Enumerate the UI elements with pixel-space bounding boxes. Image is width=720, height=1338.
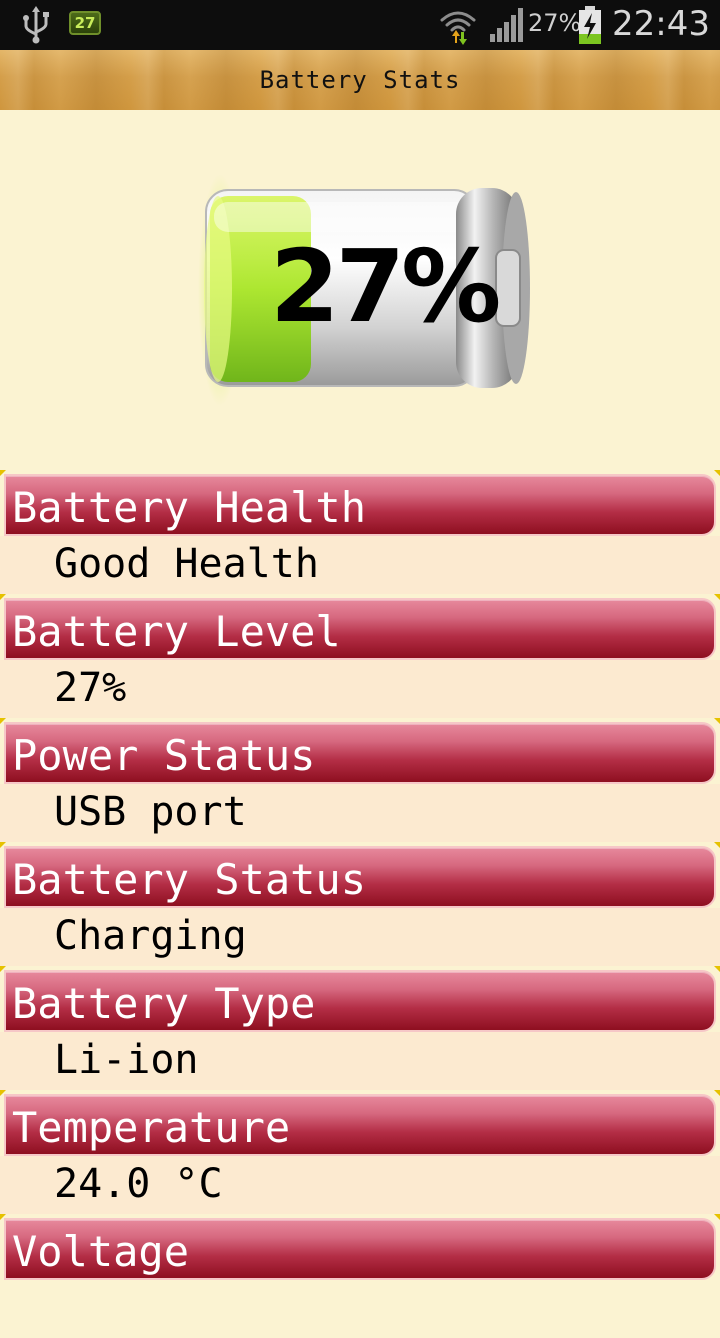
signal-icon bbox=[490, 8, 523, 42]
usb-icon bbox=[23, 6, 49, 44]
stat-value: Li-ion bbox=[54, 1037, 199, 1083]
battery-level-display: 27% bbox=[0, 110, 720, 470]
stat-value-row: 24.0 °C bbox=[0, 1156, 720, 1214]
stat-header: Battery Status bbox=[0, 842, 720, 908]
stat-value: Good Health bbox=[54, 541, 319, 587]
stat-battery-type: Battery Type Li-ion bbox=[0, 966, 720, 1090]
stat-label: Battery Level bbox=[12, 607, 341, 656]
stat-value: USB port bbox=[54, 789, 247, 835]
stat-value-row: USB port bbox=[0, 784, 720, 842]
stat-label: Battery Type bbox=[12, 979, 316, 1028]
stat-header: Battery Level bbox=[0, 594, 720, 660]
stat-value-row: 27% bbox=[0, 660, 720, 718]
status-time: 22:43 bbox=[612, 4, 710, 44]
stat-power-status: Power Status USB port bbox=[0, 718, 720, 842]
stat-header: Battery Type bbox=[0, 966, 720, 1032]
stat-label: Battery Health bbox=[12, 483, 367, 532]
stat-label: Battery Status bbox=[12, 855, 367, 904]
stat-value-row: Good Health bbox=[0, 536, 720, 594]
app-title-bar: Battery Stats bbox=[0, 50, 720, 110]
stat-label: Temperature bbox=[12, 1103, 291, 1152]
notification-badge-icon: 27 bbox=[69, 11, 101, 35]
stat-value: Charging bbox=[54, 913, 247, 959]
stat-value: 24.0 °C bbox=[54, 1161, 223, 1207]
battery-charging-icon bbox=[579, 6, 601, 44]
stat-battery-health: Battery Health Good Health bbox=[0, 470, 720, 594]
stat-header: Temperature bbox=[0, 1090, 720, 1156]
stat-label: Power Status bbox=[12, 731, 316, 780]
stat-value-row: Li-ion bbox=[0, 1032, 720, 1090]
status-bar: 27 27% 22:43 bbox=[0, 0, 720, 50]
app-title: Battery Stats bbox=[259, 66, 461, 94]
stat-battery-level: Battery Level 27% bbox=[0, 594, 720, 718]
stat-voltage: Voltage bbox=[0, 1214, 720, 1338]
stat-header: Power Status bbox=[0, 718, 720, 784]
stat-value: 27% bbox=[54, 665, 127, 711]
stat-label: Voltage bbox=[12, 1227, 190, 1276]
stat-header: Voltage bbox=[0, 1214, 720, 1280]
status-battery-percent: 27% bbox=[528, 9, 582, 37]
stat-temperature: Temperature 24.0 °C bbox=[0, 1090, 720, 1214]
stat-battery-status: Battery Status Charging bbox=[0, 842, 720, 966]
stat-value-row: Charging bbox=[0, 908, 720, 966]
battery-stats-list: Battery Health Good Health Battery Level… bbox=[0, 470, 720, 1338]
wifi-icon bbox=[440, 11, 476, 45]
stat-header: Battery Health bbox=[0, 470, 720, 536]
battery-percent-display: 27% bbox=[270, 228, 501, 345]
